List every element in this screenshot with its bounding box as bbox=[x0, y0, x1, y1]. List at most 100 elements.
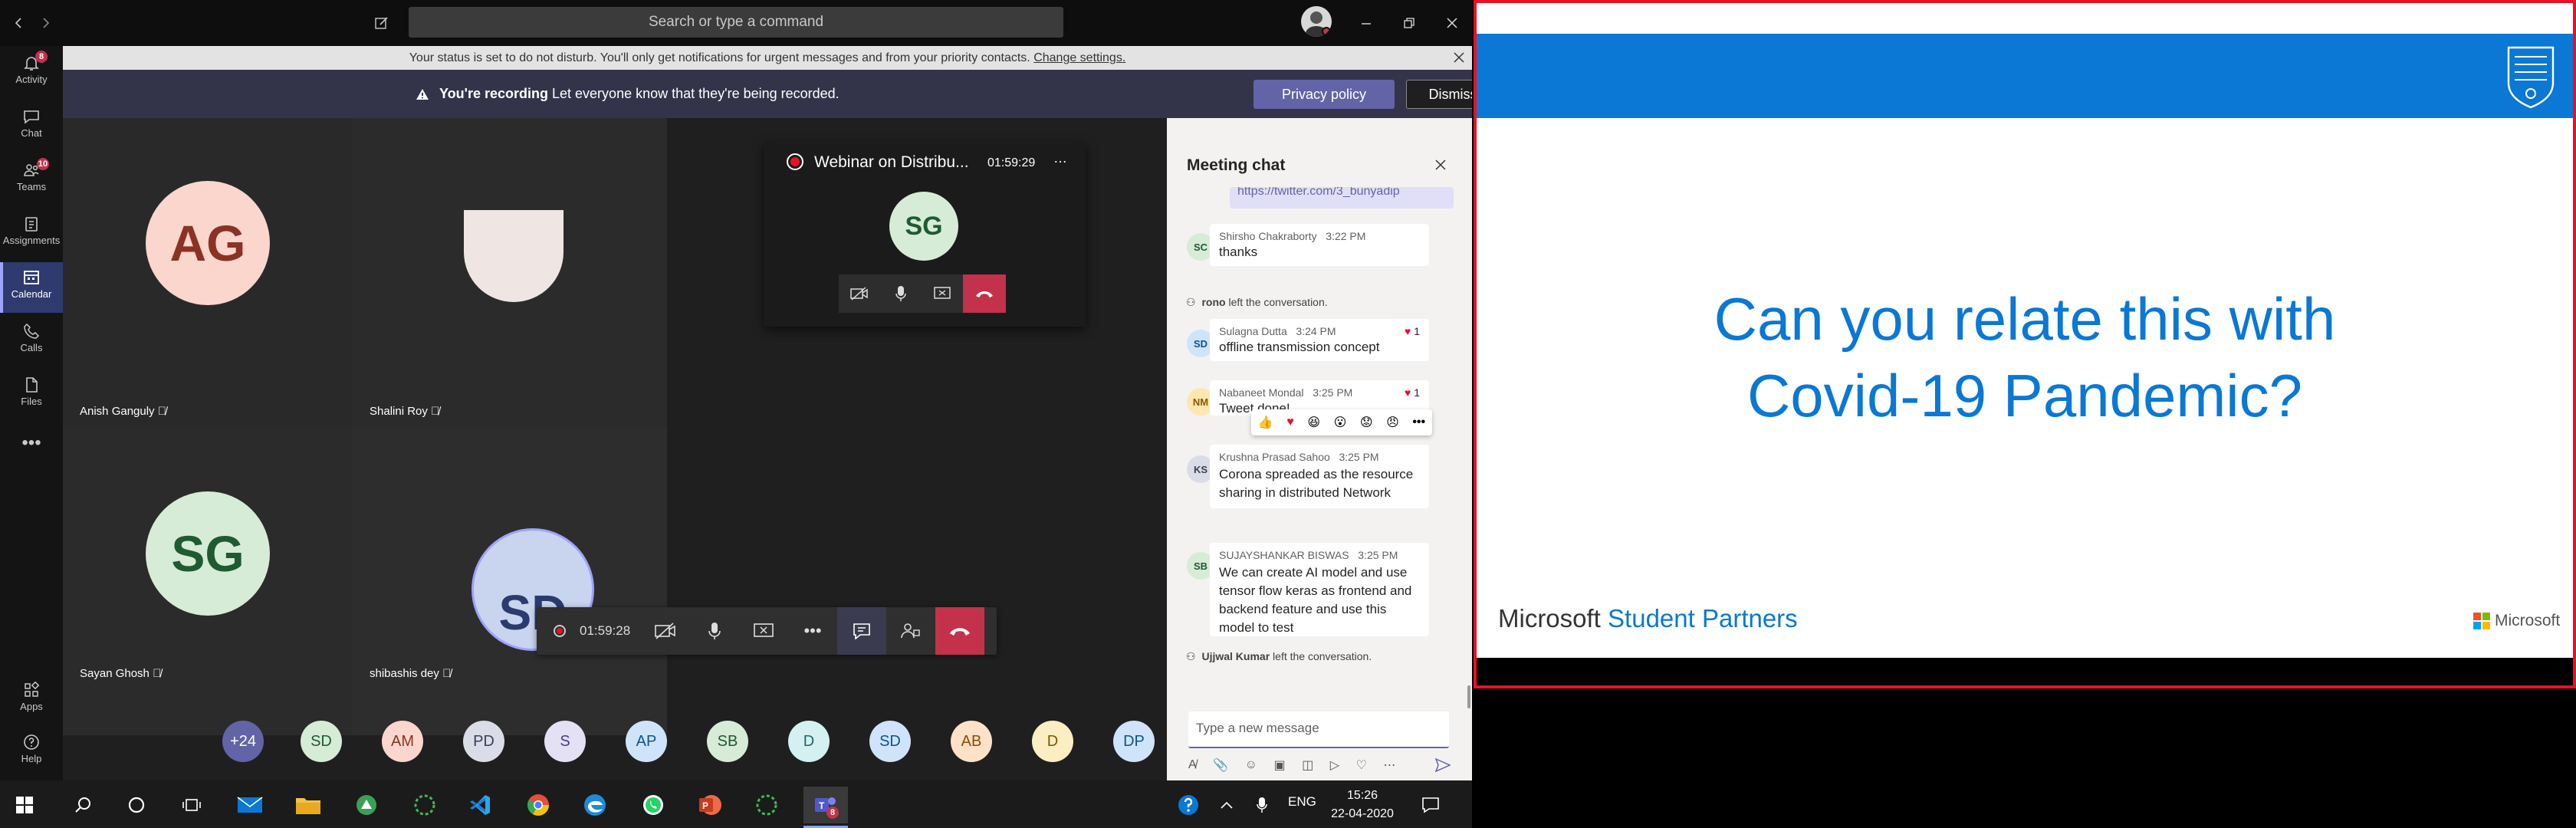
teams-taskbar-icon[interactable]: T8 bbox=[803, 787, 848, 823]
rail-item-chat[interactable]: Chat bbox=[0, 101, 63, 152]
rail-item-assignments[interactable]: Assignments bbox=[0, 209, 63, 259]
surprised-reaction-icon[interactable]: 😮 bbox=[1334, 415, 1347, 430]
participant-tile[interactable]: AG Anish Ganguly 🎙̸ bbox=[63, 118, 353, 429]
task-view-icon[interactable] bbox=[173, 787, 210, 823]
compose-input[interactable]: Type a new message bbox=[1188, 711, 1449, 748]
attach-icon[interactable]: 📎 bbox=[1213, 757, 1228, 773]
participant-tile[interactable]: SG Sayan Ghosh 🎙̸ bbox=[63, 429, 353, 735]
chat-message[interactable]: Krushna Prasad Sahoo 3:25 PM Corona spre… bbox=[1210, 445, 1429, 508]
chrome-icon[interactable] bbox=[520, 787, 557, 823]
participant-avatar[interactable]: AP bbox=[626, 721, 667, 762]
link-preview[interactable]: https://twitter.com/3_bunyadip bbox=[1230, 187, 1454, 209]
participant-avatar[interactable]: SB bbox=[707, 721, 748, 762]
share-screen-icon[interactable] bbox=[922, 287, 963, 301]
profile-avatar[interactable] bbox=[1301, 6, 1332, 37]
powerpoint-icon[interactable]: P bbox=[692, 787, 728, 823]
participant-avatar[interactable]: AB bbox=[951, 721, 992, 762]
format-icon[interactable]: A̸ bbox=[1188, 758, 1197, 772]
close-notice-icon[interactable] bbox=[1454, 52, 1464, 63]
rail-label: Assignments bbox=[2, 235, 61, 246]
praise-icon[interactable]: ♡ bbox=[1356, 757, 1367, 773]
camera-off-button[interactable] bbox=[641, 623, 690, 639]
clock[interactable]: 15:26 22-04-2020 bbox=[1326, 787, 1398, 823]
sad-reaction-icon[interactable]: 😟 bbox=[1360, 415, 1373, 430]
cortana-icon[interactable] bbox=[118, 787, 155, 823]
forward-arrow-icon[interactable] bbox=[34, 11, 58, 35]
share-screen-button[interactable] bbox=[739, 623, 788, 639]
more-options-icon[interactable]: ⋯ bbox=[1383, 757, 1395, 773]
rail-item-files[interactable]: Files bbox=[0, 370, 63, 420]
participant-avatar[interactable]: SD bbox=[301, 721, 342, 762]
meet-now-icon[interactable]: ▷ bbox=[1330, 757, 1339, 773]
chat-message[interactable]: SUJAYSHANKAR BISWAS 3:25 PM We can creat… bbox=[1210, 543, 1429, 636]
show-hidden-icons-icon[interactable] bbox=[1208, 787, 1245, 823]
rail-item-teams[interactable]: Teams 10 bbox=[0, 155, 63, 205]
participant-tile[interactable]: SD shibashis dey 🎙̸ bbox=[353, 429, 667, 735]
change-settings-link[interactable]: Change settings. bbox=[1033, 51, 1125, 64]
participant-tile[interactable]: Shalini Roy 🎙̸ bbox=[353, 118, 667, 429]
file-explorer-icon[interactable] bbox=[290, 787, 327, 823]
search-input[interactable]: Search or type a command bbox=[409, 7, 1063, 38]
close-window-icon[interactable] bbox=[1440, 11, 1464, 35]
mail-icon[interactable] bbox=[232, 787, 268, 823]
maps-app-icon[interactable] bbox=[348, 787, 385, 823]
participant-avatar[interactable]: AM bbox=[382, 721, 423, 762]
participant-avatar[interactable]: S bbox=[544, 721, 586, 762]
microphone-tray-icon[interactable] bbox=[1244, 787, 1280, 823]
loading-app-icon[interactable] bbox=[748, 787, 785, 823]
meeting-title: Webinar on Distribu... bbox=[814, 153, 969, 171]
hang-up-button[interactable] bbox=[935, 607, 984, 655]
privacy-policy-button[interactable]: Privacy policy bbox=[1254, 80, 1395, 109]
language-indicator[interactable]: ENG bbox=[1288, 794, 1316, 810]
dismiss-button[interactable]: Dismiss bbox=[1406, 80, 1472, 109]
sticker-icon[interactable]: ◫ bbox=[1302, 757, 1313, 773]
mic-button[interactable] bbox=[690, 622, 739, 640]
show-participants-button[interactable] bbox=[886, 623, 935, 639]
rail-label: Files bbox=[21, 396, 42, 407]
more-options-icon[interactable]: … bbox=[1053, 150, 1067, 166]
participant-avatar[interactable]: DP bbox=[1113, 721, 1155, 762]
show-conversation-button[interactable] bbox=[837, 607, 886, 655]
participant-avatar[interactable]: D bbox=[788, 721, 830, 762]
hang-up-button[interactable] bbox=[963, 274, 1006, 313]
mini-meeting-window[interactable]: Webinar on Distribu... 01:59:29 … SG bbox=[764, 143, 1086, 327]
chat-scrollbar[interactable] bbox=[1467, 685, 1470, 708]
restore-icon[interactable] bbox=[1397, 11, 1421, 35]
help-icon[interactable] bbox=[1170, 787, 1207, 823]
whatsapp-icon[interactable] bbox=[635, 787, 672, 823]
camera-off-icon[interactable] bbox=[839, 287, 880, 301]
chat-message[interactable]: Shirsho Chakraborty 3:22 PM thanks bbox=[1210, 224, 1429, 266]
close-chat-icon[interactable] bbox=[1435, 159, 1446, 170]
rail-item-calendar[interactable]: Calendar bbox=[0, 262, 63, 313]
emoji-icon[interactable]: ☺ bbox=[1245, 758, 1257, 772]
vscode-icon[interactable] bbox=[462, 787, 498, 823]
laugh-reaction-icon[interactable]: 😆 bbox=[1307, 415, 1320, 430]
more-actions-button[interactable]: ••• bbox=[788, 621, 837, 641]
participant-avatar[interactable]: D bbox=[1032, 721, 1073, 762]
edge-icon[interactable] bbox=[577, 787, 613, 823]
heart-reaction-icon[interactable]: ♥ bbox=[1286, 416, 1294, 429]
rail-item-activity[interactable]: Activity 8 bbox=[0, 48, 63, 98]
loading-app-icon[interactable] bbox=[406, 787, 443, 823]
rail-item-apps[interactable]: Apps bbox=[0, 675, 63, 725]
participant-avatar[interactable]: SD bbox=[869, 721, 911, 762]
more-participants-button[interactable]: +24 bbox=[222, 721, 264, 762]
angry-reaction-icon[interactable]: 😠 bbox=[1386, 415, 1399, 430]
minimize-icon[interactable] bbox=[1354, 11, 1378, 35]
notifications-icon[interactable] bbox=[1412, 787, 1449, 823]
more-apps-button[interactable]: ••• bbox=[0, 429, 63, 480]
rail-label: Calls bbox=[20, 342, 43, 353]
back-arrow-icon[interactable] bbox=[6, 11, 31, 35]
chat-message[interactable]: Sulagna Dutta 3:24 PM ♥ 1 offline transmi… bbox=[1210, 319, 1429, 361]
participant-avatar[interactable]: PD bbox=[463, 721, 504, 762]
search-icon[interactable] bbox=[64, 787, 101, 823]
like-reaction-icon[interactable]: 👍 bbox=[1258, 415, 1273, 430]
giphy-icon[interactable]: ▣ bbox=[1273, 757, 1285, 773]
compose-icon[interactable] bbox=[370, 11, 394, 35]
mic-icon[interactable] bbox=[880, 285, 922, 302]
windows-start-icon[interactable] bbox=[6, 787, 43, 823]
more-reactions-icon[interactable]: ••• bbox=[1412, 416, 1425, 429]
rail-item-calls[interactable]: Calls bbox=[0, 316, 63, 366]
send-icon[interactable] bbox=[1434, 758, 1451, 772]
rail-item-help[interactable]: Help bbox=[0, 727, 63, 777]
